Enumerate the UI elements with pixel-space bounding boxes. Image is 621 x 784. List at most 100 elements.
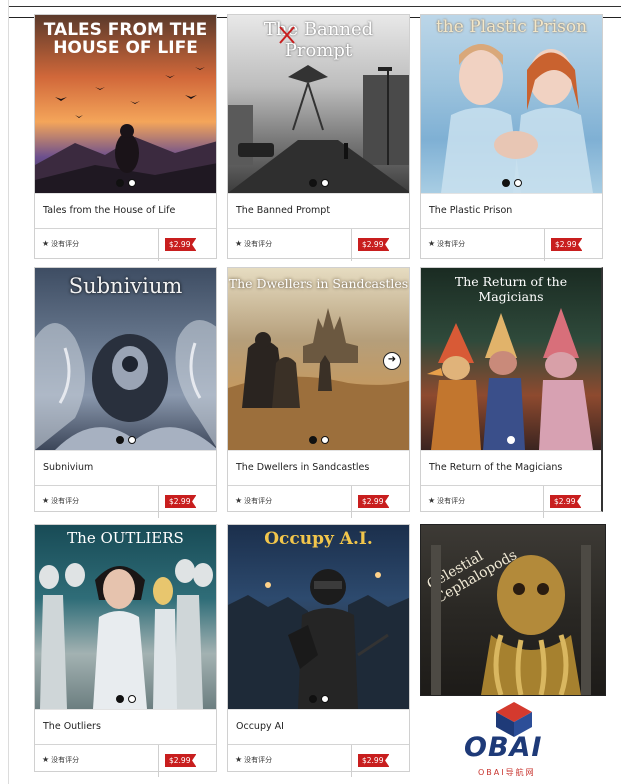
product-card[interactable]: The Dwellers in Sandcastles ➜ The Dwelle… (227, 267, 410, 518)
price-tag: $2.99 (165, 495, 197, 508)
rating-text: 没有评分 (244, 497, 273, 505)
rating: ★ 没有评分 (235, 239, 272, 249)
card-footer: ★ 没有评分 $2.99 (228, 745, 409, 777)
price-tag: $2.99 (550, 495, 582, 508)
cover-art (228, 308, 409, 450)
carousel-dot[interactable] (308, 179, 317, 187)
price-box: $2.99 (544, 229, 602, 261)
carousel-dots[interactable] (507, 436, 515, 444)
cover-image[interactable]: the Plastic Prison (421, 15, 602, 193)
rating-text: 没有评分 (51, 756, 80, 764)
rating-text: 没有评分 (244, 756, 273, 764)
rating: ★ 没有评分 (235, 496, 272, 506)
product-title[interactable]: The Plastic Prison (421, 193, 602, 229)
price-tag: $2.99 (165, 754, 197, 767)
card-footer: ★ 没有评分 $2.99 (35, 229, 216, 261)
product-title[interactable]: The Banned Prompt (228, 193, 409, 229)
carousel-dots[interactable] (308, 695, 329, 703)
product-title[interactable]: The Dwellers in Sandcastles (228, 450, 409, 486)
product-card[interactable]: the Plastic Prison The Plastic Prison ★ 没… (420, 14, 603, 261)
product-card[interactable]: TALES FROM THE HOUSE OF LIFE Tales from … (34, 14, 217, 261)
carousel-dot[interactable] (513, 179, 522, 187)
product-title[interactable]: The Outliers (35, 709, 216, 745)
arrow-right-icon[interactable]: ➜ (383, 352, 401, 370)
carousel-dot[interactable] (115, 695, 124, 703)
price-box: $2.99 (158, 745, 216, 777)
left-border (8, 0, 9, 784)
product-card[interactable]: Subnivium Subnivium ★ 没有评分 $2.99 (34, 267, 217, 518)
carousel-dot[interactable] (115, 436, 124, 444)
carousel-dots[interactable] (115, 695, 136, 703)
star-icon: ★ (42, 496, 50, 505)
price-tag: $2.99 (551, 238, 583, 251)
product-title[interactable]: Subnivium (35, 450, 216, 486)
carousel-dot[interactable] (501, 179, 510, 187)
logo-subtitle: OBAI导航网 (478, 768, 536, 777)
card-footer: ★ 没有评分 $2.99 (228, 486, 409, 518)
rating-text: 没有评分 (437, 240, 466, 248)
carousel-dot[interactable] (308, 695, 317, 703)
carousel-dots[interactable] (308, 436, 329, 444)
price-box: $2.99 (351, 229, 409, 261)
star-icon: ★ (42, 755, 50, 764)
product-card[interactable]: Occupy A.I. Occupy AI ★ 没有评分 $2.99 (227, 524, 410, 777)
cover-art (39, 559, 213, 709)
product-title[interactable]: The Return of the Magicians (421, 450, 601, 486)
product-grid: TALES FROM THE HOUSE OF LIFE Tales from … (34, 14, 606, 784)
price-box: $2.99 (158, 229, 216, 261)
card-footer: ★ 没有评分 $2.99 (421, 229, 602, 261)
product-title[interactable]: Tales from the House of Life (35, 193, 216, 229)
carousel-dots[interactable] (501, 179, 522, 187)
carousel-dot[interactable] (320, 695, 329, 703)
cover-image[interactable]: The Return of the Magicians (421, 268, 601, 450)
rating-text: 没有评分 (51, 497, 80, 505)
cover-image[interactable]: The Dwellers in Sandcastles ➜ (228, 268, 409, 450)
carousel-dots[interactable] (308, 179, 329, 187)
card-footer: ★ 没有评分 $2.99 (421, 486, 601, 518)
price-tag: $2.99 (358, 754, 390, 767)
rating: ★ 没有评分 (235, 755, 272, 765)
price-tag: $2.99 (358, 238, 390, 251)
product-card[interactable]: The Banned Prompt The Banned Prompt ★ 没有… (227, 14, 410, 261)
carousel-dot[interactable] (507, 436, 515, 444)
price-tag: $2.99 (165, 238, 197, 251)
obai-logo: OBAI OBAI导航网 (420, 692, 605, 782)
carousel-dot[interactable] (308, 436, 317, 444)
star-icon: ★ (42, 239, 50, 248)
rating: ★ 没有评分 (42, 239, 79, 249)
carousel-dots[interactable] (115, 436, 136, 444)
price-box: $2.99 (158, 486, 216, 518)
price-box: $2.99 (543, 486, 601, 518)
rating: ★ 没有评分 (428, 496, 465, 506)
cover-image[interactable]: The Banned Prompt (228, 15, 409, 193)
carousel-dot[interactable] (127, 695, 136, 703)
carousel-dot[interactable] (127, 179, 136, 187)
carousel-dot[interactable] (127, 436, 136, 444)
cover-art (35, 67, 216, 193)
price-tag: $2.99 (358, 495, 390, 508)
product-card[interactable]: The Return of the Magicians The Return o… (420, 267, 603, 518)
cover-art (35, 320, 216, 450)
star-icon: ★ (428, 496, 436, 505)
card-footer: ★ 没有评分 $2.99 (228, 229, 409, 261)
featured-cover[interactable]: Celestial Cephalopods (420, 524, 606, 696)
rating: ★ 没有评分 (42, 755, 79, 765)
cover-image[interactable]: TALES FROM THE HOUSE OF LIFE (35, 15, 216, 193)
star-icon: ★ (428, 239, 436, 248)
carousel-dot[interactable] (320, 179, 329, 187)
rating-text: 没有评分 (437, 497, 466, 505)
cover-art (431, 545, 591, 695)
rating: ★ 没有评分 (42, 496, 79, 506)
cover-image[interactable]: Occupy A.I. (228, 525, 409, 709)
logo-wordmark: OBAI (464, 732, 543, 763)
cover-image[interactable]: Subnivium (35, 268, 216, 450)
cover-image[interactable]: The OUTLIERS (35, 525, 216, 709)
price-box: $2.99 (351, 745, 409, 777)
carousel-dot[interactable] (115, 179, 124, 187)
product-card[interactable]: The OUTLIERS The Outliers ★ 没有评分 $2.99 (34, 524, 217, 777)
cover-art (228, 569, 409, 709)
carousel-dot[interactable] (320, 436, 329, 444)
product-title[interactable]: Occupy AI (228, 709, 409, 745)
cover-art (228, 26, 409, 193)
carousel-dots[interactable] (115, 179, 136, 187)
